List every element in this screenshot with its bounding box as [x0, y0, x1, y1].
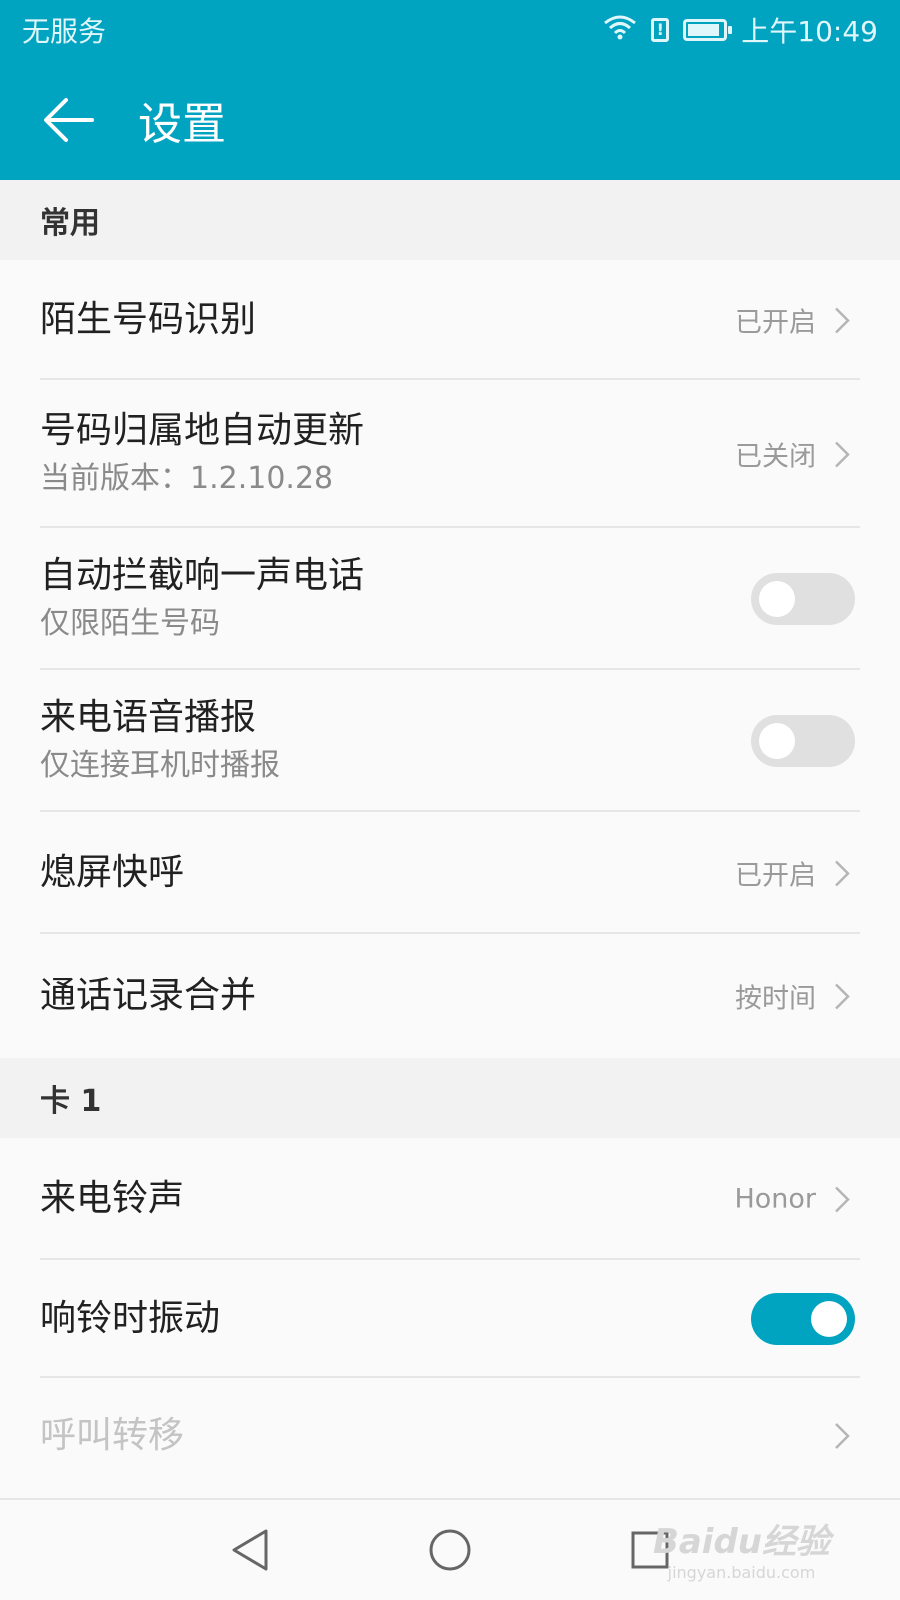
nav-home-button[interactable]: [420, 1520, 480, 1580]
setting-title: 号码归属地自动更新: [40, 410, 365, 451]
chevron-right-icon: [835, 860, 850, 886]
status-icons: ! 上午10:49: [603, 10, 878, 50]
nav-home-icon: [429, 1529, 471, 1571]
setting-screen-off-quick-call[interactable]: 熄屏快呼 已开启: [0, 812, 900, 934]
setting-value: 已关闭: [735, 441, 816, 473]
navigation-bar: Baidu经验 jingyan.baidu.com: [0, 1498, 900, 1600]
watermark: Baidu经验 jingyan.baidu.com: [653, 1514, 830, 1582]
nav-back-button[interactable]: [220, 1520, 280, 1580]
setting-value: 已开启: [735, 860, 816, 892]
page-title: 设置: [138, 99, 226, 150]
watermark-url: jingyan.baidu.com: [667, 1563, 816, 1582]
app-bar: 设置: [0, 60, 900, 180]
setting-title: 熄屏快呼: [40, 852, 185, 893]
toggle-switch-off[interactable]: [751, 573, 855, 625]
setting-incoming-call-voice[interactable]: 来电语音播报 仅连接耳机时播报: [0, 670, 900, 812]
wifi-icon: [603, 13, 637, 48]
setting-value: 已开启: [735, 307, 816, 339]
section-header-common: 常用: [0, 180, 900, 260]
chevron-right-icon: [835, 1186, 850, 1212]
chevron-right-icon: [835, 983, 850, 1009]
setting-title: 陌生号码识别: [40, 299, 257, 340]
setting-value: Honor: [734, 1183, 816, 1215]
chevron-right-icon: [835, 441, 850, 467]
arrow-left-icon: [44, 98, 94, 142]
chevron-right-icon: [835, 1423, 850, 1449]
setting-value: 按时间: [735, 983, 816, 1015]
battery-icon: [683, 19, 733, 41]
toggle-switch-on[interactable]: [751, 1293, 855, 1345]
setting-call-forwarding[interactable]: 呼叫转移: [0, 1378, 900, 1494]
setting-ringtone[interactable]: 来电铃声 Honor: [0, 1138, 900, 1260]
chevron-right-icon: [835, 307, 850, 333]
section-header-sim1: 卡 1: [0, 1058, 900, 1138]
setting-location-auto-update[interactable]: 号码归属地自动更新 当前版本：1.2.10.28 已关闭: [0, 380, 900, 528]
setting-merge-call-log[interactable]: 通话记录合并 按时间: [0, 934, 900, 1058]
setting-subtitle: 仅连接耳机时播报: [40, 748, 280, 783]
setting-title: 通话记录合并: [40, 975, 257, 1016]
clock: 上午10:49: [741, 15, 878, 48]
setting-unknown-number-id[interactable]: 陌生号码识别 已开启: [0, 260, 900, 380]
toggle-knob: [811, 1301, 847, 1337]
setting-title: 呼叫转移: [40, 1415, 185, 1456]
setting-vibrate-when-ringing[interactable]: 响铃时振动: [0, 1260, 900, 1378]
setting-title: 来电铃声: [40, 1178, 185, 1219]
toggle-knob: [759, 723, 795, 759]
watermark-logo: Baidu经验: [652, 1522, 830, 1562]
setting-subtitle: 当前版本：1.2.10.28: [40, 461, 334, 496]
carrier-label: 无服务: [22, 15, 107, 48]
sim-alert-icon: !: [651, 18, 670, 42]
setting-subtitle: 仅限陌生号码: [40, 606, 220, 641]
back-button[interactable]: [38, 90, 98, 150]
setting-title: 来电语音播报: [40, 697, 257, 738]
status-bar: 无服务 ! 上午10:49: [0, 0, 900, 60]
setting-title: 自动拦截响一声电话: [40, 555, 365, 596]
toggle-switch-off[interactable]: [751, 715, 855, 767]
toggle-knob: [759, 581, 795, 617]
setting-block-one-ring-calls[interactable]: 自动拦截响一声电话 仅限陌生号码: [0, 528, 900, 670]
setting-title: 响铃时振动: [40, 1298, 221, 1339]
nav-back-icon: [232, 1529, 268, 1571]
